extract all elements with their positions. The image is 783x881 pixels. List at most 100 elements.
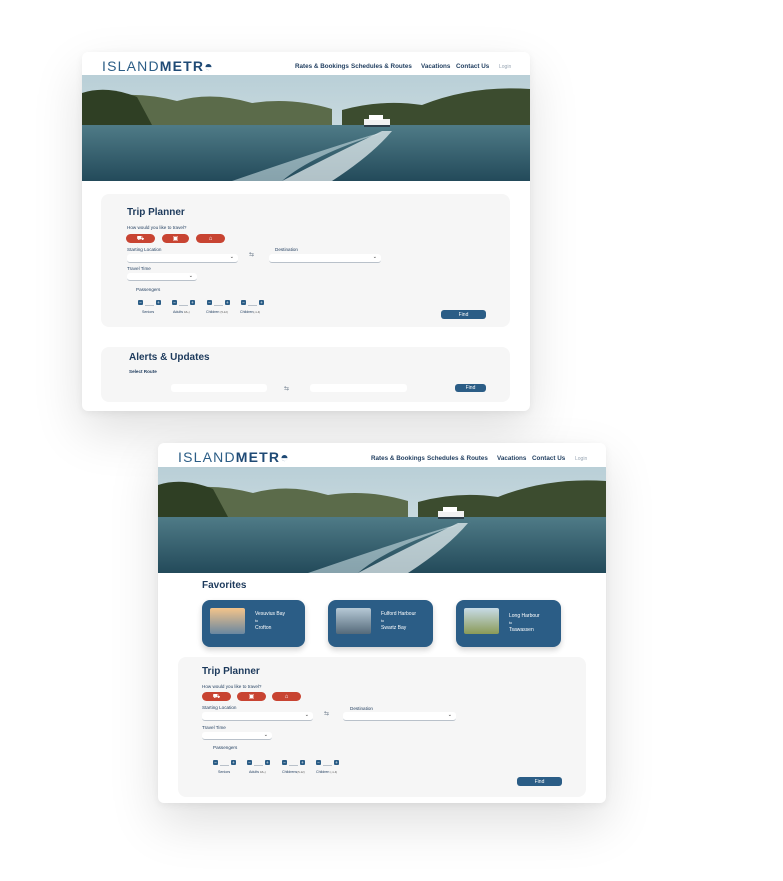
adults-count bbox=[254, 765, 263, 766]
mode-bike-button[interactable]: ⌂ bbox=[196, 234, 225, 243]
favorite-from: Vesuvius Bay bbox=[255, 611, 286, 617]
toddlers-minus-button[interactable]: − bbox=[241, 300, 246, 305]
nav-vacations[interactable]: Vacations bbox=[497, 455, 526, 462]
passenger-type-sub: (5-12) bbox=[297, 770, 305, 774]
nav-rates-bookings[interactable]: Rates & Bookings bbox=[295, 63, 349, 70]
passenger-label-seniors: Seniors bbox=[142, 310, 154, 314]
seniors-plus-button[interactable]: + bbox=[156, 300, 161, 305]
passenger-type-sub: 18+) bbox=[184, 310, 190, 314]
passenger-type-label: Children bbox=[316, 770, 330, 774]
passenger-label-adults: Adults 18+) bbox=[173, 310, 190, 314]
nav-login[interactable]: Login bbox=[575, 456, 587, 462]
travel-time-select[interactable]: ⌄ bbox=[127, 273, 197, 281]
alerts-title: Alerts & Updates bbox=[129, 352, 210, 363]
starting-location-select[interactable]: ⌄ bbox=[127, 254, 238, 263]
chevron-down-icon: ⌄ bbox=[229, 254, 234, 260]
passenger-label-adults: Adults 18+) bbox=[249, 770, 266, 774]
travel-mode-question: How would you like to travel? bbox=[202, 684, 262, 689]
mode-bus-button[interactable]: ▣ bbox=[162, 234, 189, 243]
favorite-from: Long Harbour bbox=[509, 613, 540, 619]
adults-plus-button[interactable]: + bbox=[265, 760, 270, 765]
passenger-label-seniors: Seniors bbox=[218, 770, 230, 774]
top-screen-card: ISLANDMETR◓ Rates & Bookings Schedules &… bbox=[82, 52, 530, 411]
favorite-to: Crofton bbox=[255, 625, 272, 631]
passenger-label-children: Childrens(5-12) bbox=[282, 770, 305, 774]
mode-car-button[interactable]: ⛟ bbox=[126, 234, 155, 243]
nav-vacations[interactable]: Vacations bbox=[421, 63, 450, 70]
toddlers-plus-button[interactable]: + bbox=[259, 300, 264, 305]
favorite-connector: to bbox=[509, 621, 512, 625]
alerts-panel: Alerts & Updates Select Route ⇆ Find bbox=[101, 347, 510, 402]
passenger-label-children: Children (5-12) bbox=[206, 310, 228, 314]
passengers-label: Passengers bbox=[136, 287, 161, 292]
nav-schedules-routes[interactable]: Schedules & Routes bbox=[351, 63, 412, 70]
destination-select[interactable]: ⌄ bbox=[269, 254, 381, 263]
favorite-connector: to bbox=[381, 619, 384, 623]
children-plus-button[interactable]: + bbox=[225, 300, 230, 305]
destination-select[interactable]: ⌄ bbox=[343, 712, 456, 721]
trip-planner-panel: Trip Planner How would you like to trave… bbox=[101, 194, 510, 327]
adults-minus-button[interactable]: − bbox=[172, 300, 177, 305]
travel-time-select[interactable]: ⌄ bbox=[202, 732, 272, 740]
favorites-title: Favorites bbox=[202, 580, 247, 591]
destination-label: Destination bbox=[350, 706, 373, 711]
destination-label: Destination bbox=[275, 247, 298, 252]
favorite-from: Fulford Harbour bbox=[381, 611, 417, 617]
favorite-route-card[interactable]: Long Harbour to Tsawassen bbox=[456, 600, 561, 647]
favorite-route-card[interactable]: Vesuvius Bay to Crofton bbox=[202, 600, 305, 647]
trip-planner-title: Trip Planner bbox=[202, 666, 260, 677]
favorite-to: Tsawassen bbox=[509, 627, 534, 633]
passenger-type-label: Children bbox=[206, 310, 220, 314]
children-minus-button[interactable]: − bbox=[207, 300, 212, 305]
nav-contact-us[interactable]: Contact Us bbox=[456, 63, 489, 70]
seniors-count bbox=[220, 765, 229, 766]
hero-ferry-svg bbox=[158, 467, 606, 573]
trip-find-button[interactable]: Find bbox=[441, 310, 486, 319]
seniors-minus-button[interactable]: − bbox=[138, 300, 143, 305]
starting-location-select[interactable]: ⌄ bbox=[202, 712, 313, 721]
hero-ferry-svg bbox=[82, 75, 530, 181]
seniors-minus-button[interactable]: − bbox=[213, 760, 218, 765]
select-route-label: Select Route bbox=[129, 369, 157, 374]
car-icon: ⛟ bbox=[212, 693, 221, 700]
favorite-route-card[interactable]: Fulford Harbour to Swartz Bay bbox=[328, 600, 433, 647]
seniors-plus-button[interactable]: + bbox=[231, 760, 236, 765]
adults-plus-button[interactable]: + bbox=[190, 300, 195, 305]
passenger-type-label: Children bbox=[240, 310, 254, 314]
chevron-down-icon: ⌄ bbox=[447, 712, 452, 718]
children-minus-button[interactable]: − bbox=[282, 760, 287, 765]
bus-icon: ▣ bbox=[248, 694, 255, 700]
adults-minus-button[interactable]: − bbox=[247, 760, 252, 765]
route-from-input[interactable] bbox=[171, 384, 267, 392]
seniors-count bbox=[145, 305, 154, 306]
logo-text-light: ISLAND bbox=[102, 58, 160, 74]
route-to-input[interactable] bbox=[310, 384, 407, 392]
passenger-type-label: Seniors bbox=[218, 770, 231, 774]
favorite-to: Swartz Bay bbox=[381, 625, 407, 631]
nav-rates-bookings[interactable]: Rates & Bookings bbox=[371, 455, 425, 462]
bike-icon: ⌂ bbox=[284, 693, 289, 700]
mode-car-button[interactable]: ⛟ bbox=[202, 692, 231, 701]
favorite-connector: to bbox=[255, 619, 258, 623]
nav-contact-us[interactable]: Contact Us bbox=[532, 455, 565, 462]
children-plus-button[interactable]: + bbox=[300, 760, 305, 765]
swap-icon[interactable]: ⇆ bbox=[284, 385, 289, 392]
alerts-find-button[interactable]: Find bbox=[455, 384, 486, 392]
hero-ferry-image bbox=[82, 75, 530, 181]
hero-ferry-image bbox=[158, 467, 606, 573]
trip-find-button[interactable]: Find bbox=[517, 777, 562, 786]
toddlers-plus-button[interactable]: + bbox=[334, 760, 339, 765]
site-logo[interactable]: ISLANDMETR◓ bbox=[102, 58, 214, 74]
swap-icon[interactable]: ⇆ bbox=[324, 710, 329, 717]
toddlers-minus-button[interactable]: − bbox=[316, 760, 321, 765]
favorite-thumbnail bbox=[336, 608, 371, 634]
swap-icon[interactable]: ⇆ bbox=[249, 251, 254, 258]
children-count bbox=[214, 305, 223, 306]
nav-login[interactable]: Login bbox=[499, 64, 511, 70]
passenger-label-toddlers: Children (-1-4) bbox=[316, 770, 337, 774]
toddlers-count bbox=[248, 305, 257, 306]
mode-bike-button[interactable]: ⌂ bbox=[272, 692, 301, 701]
nav-schedules-routes[interactable]: Schedules & Routes bbox=[427, 455, 488, 462]
mode-bus-button[interactable]: ▣ bbox=[237, 692, 266, 701]
site-logo[interactable]: ISLANDMETR◓ bbox=[178, 449, 290, 465]
